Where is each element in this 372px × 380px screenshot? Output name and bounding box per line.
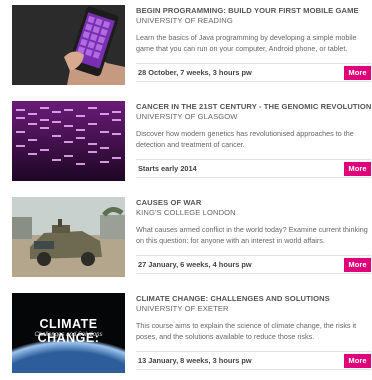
course-footer: 27 January, 6 weeks, 4 hours pw More bbox=[136, 255, 371, 274]
course-university: UNIVERSITY OF EXETER bbox=[136, 304, 229, 313]
more-button[interactable]: More bbox=[344, 258, 371, 272]
course-info: CANCER IN THE 21ST CENTURY - THE GENOMIC… bbox=[136, 101, 371, 181]
course-info: CAUSES OF WAR KING'S COLLEGE LONDON What… bbox=[136, 197, 371, 277]
military-vehicle-icon bbox=[12, 197, 125, 277]
phone-illustration-icon bbox=[12, 5, 125, 85]
course-date: Starts early 2014 bbox=[138, 164, 197, 173]
course-date: 27 January, 6 weeks, 4 hours pw bbox=[138, 260, 252, 269]
course-university: KING'S COLLEGE LONDON bbox=[136, 208, 236, 217]
more-button[interactable]: More bbox=[344, 162, 371, 176]
course-description: Learn the basics of Java programming by … bbox=[136, 33, 357, 53]
course-title[interactable]: CANCER IN THE 21ST CENTURY - THE GENOMIC… bbox=[136, 102, 371, 112]
course-title[interactable]: CLIMATE CHANGE: CHALLENGES AND SOLUTIONS bbox=[136, 294, 371, 304]
military-vehicle-image[interactable] bbox=[12, 197, 125, 277]
dna-gel-icon bbox=[12, 101, 125, 181]
course-university: UNIVERSITY OF READING bbox=[136, 16, 233, 25]
more-button[interactable]: More bbox=[344, 66, 371, 80]
dna-gel-image[interactable] bbox=[12, 101, 125, 181]
course-title[interactable]: CAUSES OF WAR bbox=[136, 198, 371, 208]
image-caption: CLIMATE CHANGE: bbox=[37, 317, 100, 345]
course-card: CLIMATE CHANGE: Challenges and Solutions… bbox=[12, 293, 372, 373]
course-university: UNIVERSITY OF GLASGOW bbox=[136, 112, 238, 121]
course-date: 13 January, 8 weeks, 3 hours pw bbox=[138, 356, 252, 365]
course-card: CANCER IN THE 21ST CENTURY - THE GENOMIC… bbox=[12, 101, 372, 181]
image-subcaption: Challenges and Solutions bbox=[34, 332, 103, 338]
more-button[interactable]: More bbox=[344, 354, 371, 368]
course-footer: 28 October, 7 weeks, 3 hours pw More bbox=[136, 63, 371, 82]
course-info: CLIMATE CHANGE: CHALLENGES AND SOLUTIONS… bbox=[136, 293, 371, 373]
course-card: CAUSES OF WAR KING'S COLLEGE LONDON What… bbox=[12, 197, 372, 277]
course-date: 28 October, 7 weeks, 3 hours pw bbox=[138, 68, 252, 77]
earth-horizon-image[interactable]: CLIMATE CHANGE: Challenges and Solutions bbox=[12, 293, 125, 373]
course-description: Discover how modern genetics has revolut… bbox=[136, 129, 354, 149]
phone-game-image[interactable] bbox=[12, 5, 125, 85]
course-card: BEGIN PROGRAMMING: BUILD YOUR FIRST MOBI… bbox=[12, 5, 372, 85]
course-description: What causes armed conflict in the world … bbox=[136, 225, 368, 245]
course-footer: Starts early 2014 More bbox=[136, 159, 371, 178]
course-info: BEGIN PROGRAMMING: BUILD YOUR FIRST MOBI… bbox=[136, 5, 371, 85]
course-description: This course aims to explain the science … bbox=[136, 321, 357, 341]
course-footer: 13 January, 8 weeks, 3 hours pw More bbox=[136, 351, 371, 370]
course-title[interactable]: BEGIN PROGRAMMING: BUILD YOUR FIRST MOBI… bbox=[136, 6, 371, 16]
